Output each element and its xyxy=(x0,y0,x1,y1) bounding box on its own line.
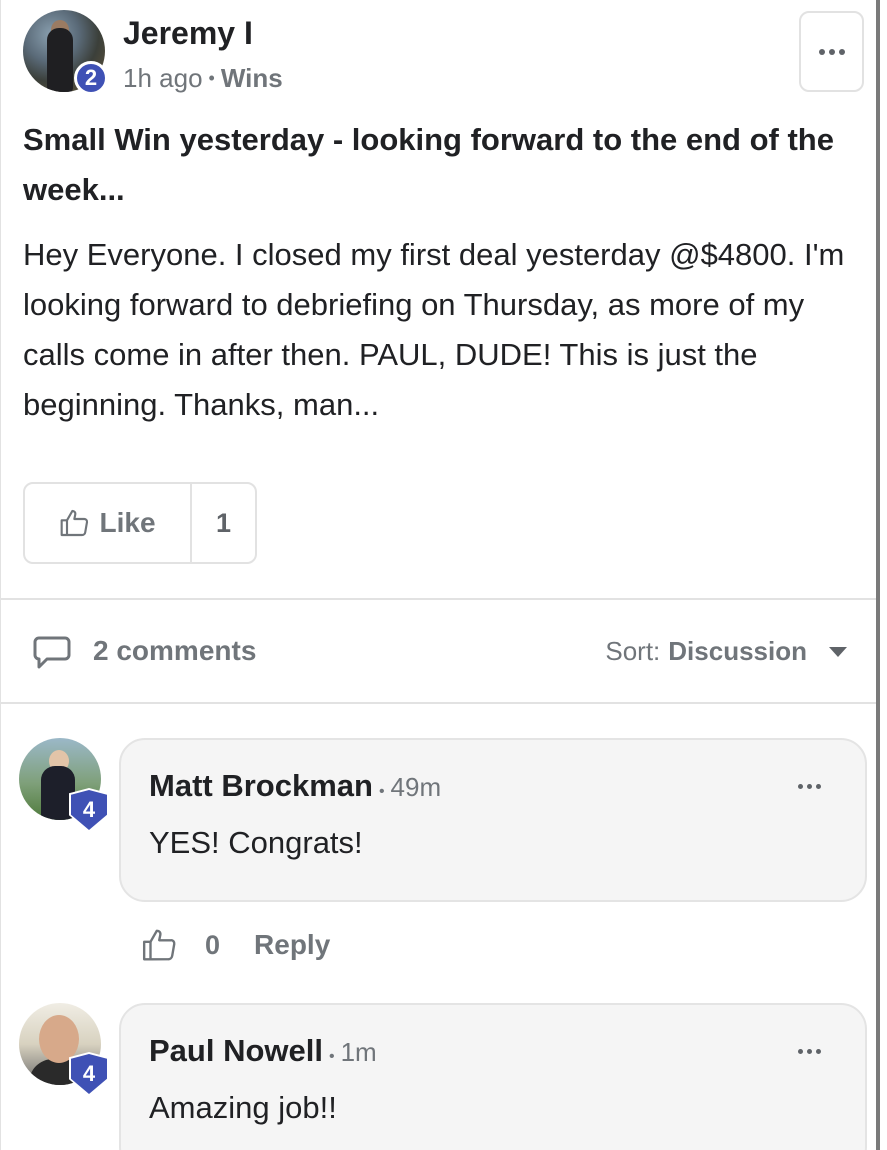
left-border xyxy=(0,0,1,1150)
thumbs-up-icon[interactable] xyxy=(141,926,179,964)
avatar-figure xyxy=(47,28,73,92)
reply-button[interactable]: Reply xyxy=(254,929,330,961)
post-category[interactable]: Wins xyxy=(221,63,283,94)
avatar-head xyxy=(39,1015,79,1063)
author-level-badge: 2 xyxy=(74,61,108,95)
sort-label: Sort: xyxy=(605,636,661,666)
ellipsis-icon xyxy=(798,1049,821,1054)
post-body: Hey Everyone. I closed my first deal yes… xyxy=(23,237,845,422)
comment-time: 1m xyxy=(340,1037,377,1067)
post-more-button[interactable] xyxy=(799,11,864,92)
level-shield-icon: 4 xyxy=(71,790,107,830)
comment-time: 49m xyxy=(390,772,442,802)
comment-bubble: Matt Brockman • 49m YES! Congrats! xyxy=(119,738,867,902)
author-name[interactable]: Jeremy I xyxy=(123,15,253,52)
comments-count: 2 comments xyxy=(93,635,257,666)
comment-author-line: Matt Brockman • 49m xyxy=(149,768,441,804)
comment-text: Amazing job!! xyxy=(149,1090,337,1125)
chevron-down-icon xyxy=(829,646,847,657)
comment-more-button[interactable] xyxy=(798,784,821,789)
divider xyxy=(0,598,876,600)
divider xyxy=(0,702,876,704)
comment-like-count: 0 xyxy=(205,929,221,960)
post-meta: 1h ago • Wins xyxy=(123,63,283,94)
comment-text: YES! Congrats! xyxy=(149,825,363,860)
post-like-count[interactable]: 1 xyxy=(192,484,255,562)
comment-separator: • xyxy=(378,783,385,800)
post-time: 1h ago xyxy=(123,63,203,93)
thumbs-up-icon xyxy=(61,509,89,537)
comment-actions: 0 Reply xyxy=(141,926,330,964)
sort-value: Discussion xyxy=(668,636,807,666)
like-label: Like xyxy=(99,507,156,538)
meta-separator: • xyxy=(208,68,215,88)
level-shield-icon: 4 xyxy=(71,1054,107,1094)
comment-bubble: Paul Nowell • 1m Amazing job!! xyxy=(119,1003,867,1150)
comment-author[interactable]: Paul Nowell xyxy=(149,1033,323,1069)
post-like-button[interactable]: Like xyxy=(25,484,192,562)
comment-author-line: Paul Nowell • 1m xyxy=(149,1033,377,1069)
ellipsis-icon xyxy=(798,784,821,789)
comment-more-button[interactable] xyxy=(798,1049,821,1054)
post-title: Small Win yesterday - looking forward to… xyxy=(23,122,834,207)
comment-separator: • xyxy=(328,1048,335,1065)
sort-dropdown[interactable]: Sort: Discussion xyxy=(605,636,847,667)
comment-author[interactable]: Matt Brockman xyxy=(149,768,373,804)
scrollbar[interactable] xyxy=(876,0,880,1150)
post-like-group: Like 1 xyxy=(23,482,257,564)
chat-bubble-icon xyxy=(33,635,71,676)
ellipsis-icon xyxy=(818,48,845,55)
